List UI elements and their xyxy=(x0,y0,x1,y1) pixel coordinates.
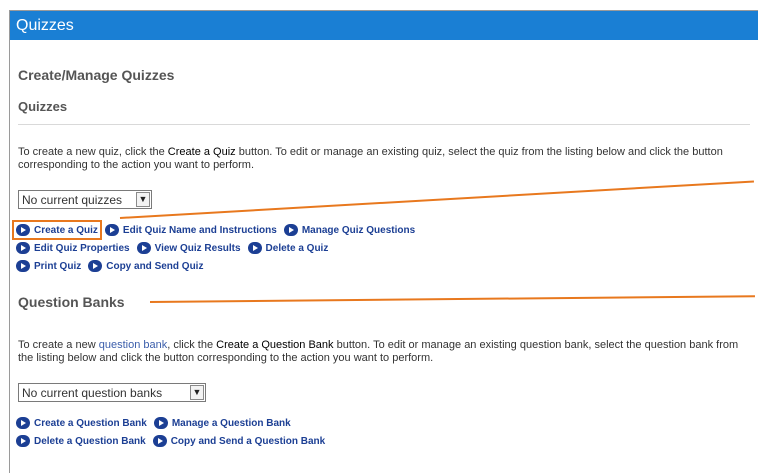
play-arrow-icon xyxy=(16,224,30,236)
button-label: Delete a Question Bank xyxy=(34,435,146,447)
chevron-down-icon[interactable]: ▼ xyxy=(190,385,204,400)
chevron-down-icon[interactable]: ▼ xyxy=(136,192,150,207)
copy-send-question-bank-button[interactable]: Copy and Send a Question Bank xyxy=(152,435,326,447)
manage-quiz-questions-button[interactable]: Manage Quiz Questions xyxy=(283,224,416,236)
play-arrow-icon xyxy=(283,224,298,236)
quizzes-section-title: Quizzes xyxy=(18,99,68,114)
delete-question-bank-button[interactable]: Delete a Question Bank xyxy=(16,435,146,447)
question-bank-select[interactable]: No current question banks ▼ xyxy=(18,383,206,402)
desc-strong: Create a Question Bank xyxy=(216,339,334,351)
desc-text: , click the xyxy=(167,339,217,351)
play-arrow-icon xyxy=(247,242,262,254)
edit-quiz-properties-button[interactable]: Edit Quiz Properties xyxy=(16,242,130,254)
callout-line xyxy=(119,180,755,219)
page-heading: Create/Manage Quizzes xyxy=(18,67,175,83)
button-label: Print Quiz xyxy=(34,260,82,272)
quizzes-description: To create a new quiz, click the Create a… xyxy=(18,146,754,172)
question-banks-title: Question Banks xyxy=(18,294,129,310)
panel-title: Quizzes xyxy=(10,11,758,40)
play-arrow-icon xyxy=(153,417,168,429)
quizzes-panel: Quizzes Create/Manage Quizzes Quizzes To… xyxy=(9,10,758,473)
play-arrow-icon xyxy=(152,435,167,447)
print-quiz-button[interactable]: Print Quiz xyxy=(16,260,81,272)
create-question-bank-button[interactable]: Create a Question Bank xyxy=(16,417,147,429)
button-label: Edit Quiz Name and Instructions xyxy=(122,224,277,236)
play-arrow-icon xyxy=(88,260,103,272)
button-label: View Quiz Results xyxy=(154,242,241,254)
desc-text: To create a new quiz, click the xyxy=(18,146,168,158)
play-arrow-icon xyxy=(16,417,30,429)
button-label: Copy and Send Quiz xyxy=(106,260,204,272)
desc-text: To create a new xyxy=(18,339,99,351)
section-divider xyxy=(18,124,750,125)
play-arrow-icon xyxy=(104,224,119,236)
banks-description: To create a new question bank, click the… xyxy=(18,339,754,365)
edit-quiz-name-button[interactable]: Edit Quiz Name and Instructions xyxy=(104,224,277,236)
copy-send-quiz-button[interactable]: Copy and Send Quiz xyxy=(88,260,203,272)
view-quiz-results-button[interactable]: View Quiz Results xyxy=(136,242,241,254)
play-arrow-icon xyxy=(16,435,30,447)
quiz-select-value: No current quizzes xyxy=(22,193,123,207)
button-label: Delete a Quiz xyxy=(265,242,329,254)
button-label: Copy and Send a Question Bank xyxy=(170,435,326,447)
button-label: Manage Quiz Questions xyxy=(301,224,416,236)
desc-strong: Create a Quiz xyxy=(167,146,236,158)
button-label: Create a Question Bank xyxy=(34,417,147,429)
manage-question-bank-button[interactable]: Manage a Question Bank xyxy=(153,417,291,429)
button-label: Edit Quiz Properties xyxy=(34,242,130,254)
play-arrow-icon xyxy=(16,242,30,254)
create-quiz-button[interactable]: Create a Quiz xyxy=(12,220,102,240)
play-arrow-icon xyxy=(16,260,30,272)
button-label: Manage a Question Bank xyxy=(171,417,291,429)
callout-line xyxy=(149,295,755,303)
question-bank-link[interactable]: question bank xyxy=(99,339,168,351)
play-arrow-icon xyxy=(136,242,151,254)
bank-select-value: No current question banks xyxy=(22,386,163,400)
quiz-actions: Create a Quiz Edit Quiz Name and Instruc… xyxy=(12,220,422,275)
bank-actions: Create a Question Bank Manage a Question… xyxy=(16,414,332,450)
button-label: Create a Quiz xyxy=(34,224,98,236)
quiz-select[interactable]: No current quizzes ▼ xyxy=(18,190,152,209)
delete-quiz-button[interactable]: Delete a Quiz xyxy=(247,242,329,254)
